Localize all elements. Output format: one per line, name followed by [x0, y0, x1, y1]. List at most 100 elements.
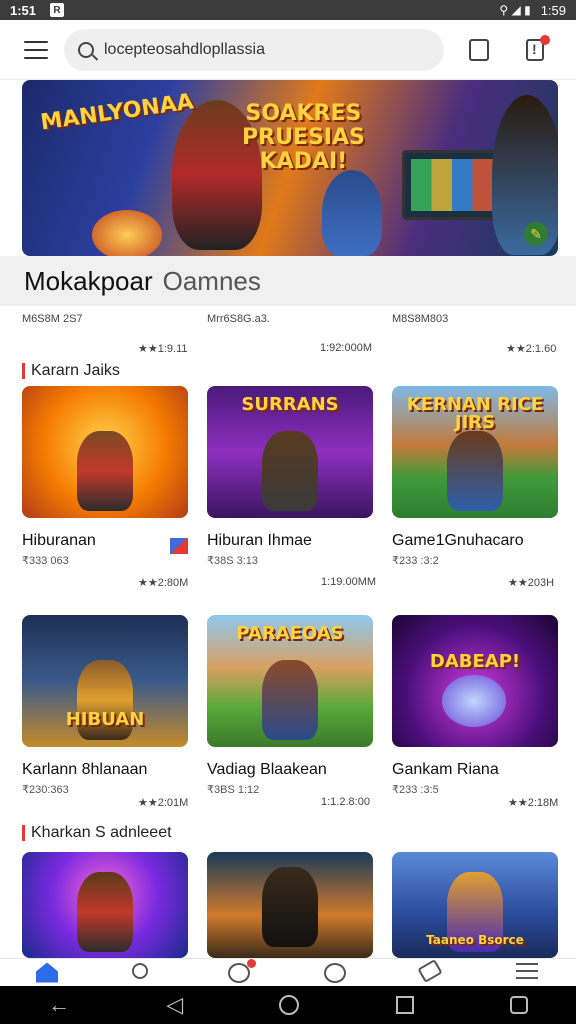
game-card[interactable]: HIBUAN Karlann 8hlanaan ₹230:363 ★★2:01M [22, 615, 188, 809]
subsection-heading: Kharkan S adnleeet [22, 824, 172, 842]
game-meta: ₹38S 3:13 [207, 555, 259, 567]
banner-title-line: SOAKRES [245, 101, 362, 126]
character-art [77, 872, 133, 952]
banner-badge-icon: ✎ [524, 222, 548, 246]
bottom-navigation [0, 958, 576, 986]
game-title: Gankam Riana [392, 761, 499, 778]
game-title: Game1Gnuhacaro [392, 532, 524, 549]
game-card[interactable] [207, 852, 373, 958]
search-icon [132, 962, 148, 979]
search-query: locepteosahdlopllassia [104, 41, 265, 58]
game-meta: ₹233 :3:2 [392, 555, 439, 567]
game-card[interactable]: Taaneo Bsorce [392, 852, 558, 958]
home-circle-icon[interactable] [279, 995, 300, 1015]
game-card[interactable]: PARAEOAS Vadiag Blaakean ₹3BS 1:12 1:1.2… [207, 615, 373, 808]
game-title: Vadiag Blaakean [207, 761, 327, 778]
back-triangle-icon[interactable]: ◁ [166, 992, 183, 1018]
subsection-heading: Kararn Jaiks [22, 362, 120, 380]
nav-tags[interactable] [417, 958, 444, 983]
heart-gem-art [442, 675, 506, 727]
app-badge-icon: R [50, 3, 65, 17]
section-header: Mokakpoar Oamnes [0, 256, 576, 306]
game-card[interactable]: KERNAN RICE JIRS Game1Gnuhacaro ₹233 :3:… [392, 386, 558, 589]
game-meta: ₹333 063 [22, 555, 69, 567]
game-stats: ★★2:18M [508, 797, 559, 809]
game-card[interactable] [22, 852, 188, 958]
system-navigation-bar: ← ◁ [0, 986, 576, 1024]
game-meta: ₹3BS 1:12 [207, 784, 260, 796]
game-stats: ★★203H [508, 577, 555, 589]
game-stats: 1:19.00MM [321, 576, 377, 588]
game-card[interactable]: Hiburanan ₹333 063 ★★2:80M [22, 386, 188, 589]
game-stats: ★★2:01M [138, 797, 189, 809]
tablet-icon[interactable] [469, 39, 489, 61]
menu-icon[interactable] [24, 40, 48, 59]
thumb-label: DABEAP! [429, 651, 521, 672]
status-time: 1:51 [10, 2, 37, 18]
heart-outline-icon [324, 962, 346, 983]
game-title: Karlann 8hlanaan [22, 761, 148, 778]
subsection-title: Kharkan S adnleeet [31, 824, 172, 841]
stats-col: ★★2:1.60 [506, 343, 557, 355]
back-arrow-icon[interactable]: ← [48, 992, 70, 1018]
banner-monitor-art [402, 150, 502, 220]
stats-col: 1:92:000M [320, 342, 372, 354]
signal-icon: ⚲ ◢ ▮ [499, 3, 531, 17]
game-thumbnail [22, 852, 188, 958]
meta-col: Mrr6S8G.a3. [207, 313, 270, 325]
nav-likes[interactable] [324, 962, 348, 983]
section-subtitle: Oamnes [162, 265, 261, 296]
game-thumbnail: DABEAP! [392, 615, 558, 747]
top-app-bar: locepteosahdlopllassia [0, 20, 576, 80]
search-icon [78, 42, 94, 58]
promo-banner[interactable]: MANLYONAA SOAKRES PRUESIAS KADAI! ✎ [22, 80, 558, 256]
game-thumbnail: Taaneo Bsorce [392, 852, 558, 958]
notification-dot [540, 35, 550, 45]
meta-col: M8S8M803 [392, 313, 449, 325]
game-thumbnail: PARAEOAS [207, 615, 373, 747]
banner-title-left: MANLYONAA [39, 89, 196, 136]
battery-time: 1:59 [540, 2, 566, 18]
game-title: Hiburan Ihmae [207, 532, 312, 549]
banner-title-mid: SOAKRES PRUESIAS KADAI! [242, 102, 365, 174]
character-art [77, 431, 133, 511]
heading-accent [22, 825, 25, 841]
nav-home[interactable] [36, 962, 60, 983]
character-art [262, 431, 318, 511]
game-card[interactable]: DABEAP! Gankam Riana ₹233 :3:5 ★★2:18M [392, 615, 558, 809]
thumb-label: PARAEOAS [236, 623, 344, 644]
banner-title-line: KADAI! [259, 149, 348, 174]
thumb-label: KERNAN RICE JIRS [406, 394, 544, 433]
search-input[interactable]: locepteosahdlopllassia [64, 29, 444, 71]
tag-icon [417, 958, 443, 983]
home-icon [36, 962, 58, 983]
nav-favorites[interactable] [228, 958, 256, 983]
game-title: Hiburanan [22, 532, 96, 549]
section-title: Mokakpoar [24, 265, 153, 296]
subsection-title: Kararn Jaiks [31, 362, 120, 379]
banner-kid-art [322, 170, 382, 256]
stats-col: ★★1:9.11 [138, 343, 188, 355]
thumb-label: SURRANS [241, 394, 339, 415]
status-right: ⚲ ◢ ▮ 1:59 [499, 3, 566, 18]
game-thumbnail: KERNAN RICE JIRS [392, 386, 558, 518]
nav-search[interactable] [132, 962, 156, 983]
game-meta: ₹230:363 [22, 784, 69, 796]
nav-more[interactable] [516, 962, 540, 983]
favorites-badge [247, 958, 256, 968]
menu-icon [516, 962, 538, 979]
game-card[interactable]: SURRANS Hiburan Ihmae ₹38S 3:13 1:19.00M… [207, 386, 376, 588]
game-thumbnail [207, 852, 373, 958]
heading-accent [22, 363, 25, 379]
screenshot-icon[interactable] [509, 996, 528, 1014]
game-stats: 1:1.2.8:00 [321, 796, 370, 808]
game-meta: ₹233 :3:5 [392, 784, 439, 796]
status-bar: 1:51 R ⚲ ◢ ▮ 1:59 [0, 0, 576, 20]
recents-icon[interactable] [395, 996, 414, 1014]
banner-title-line: PRUESIAS [242, 125, 365, 150]
meta-col: M6S8M 2S7 [22, 313, 83, 325]
character-art [447, 431, 503, 511]
publisher-badge-icon [170, 538, 188, 554]
game-thumbnail [22, 386, 188, 518]
thumb-label: HIBUAN [65, 709, 145, 730]
